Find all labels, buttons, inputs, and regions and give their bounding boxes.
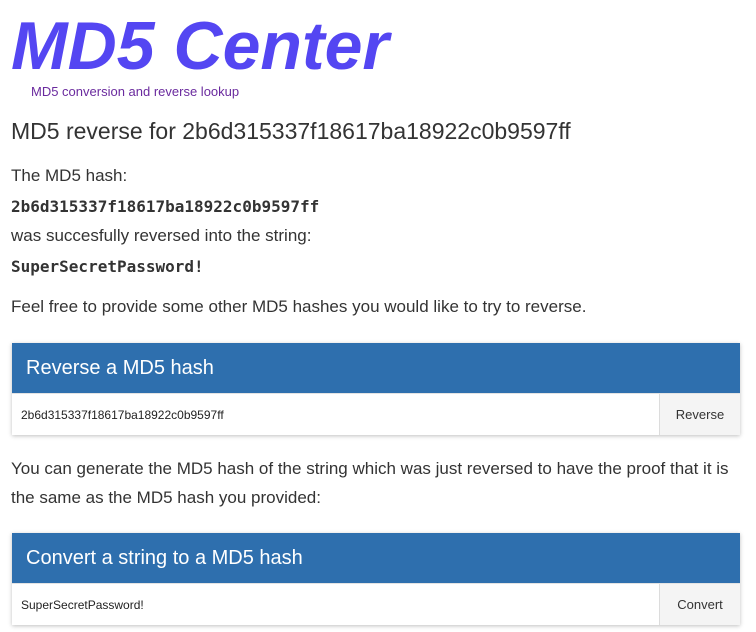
invite-text: Feel free to provide some other MD5 hash… [11, 297, 587, 316]
page-title: MD5 reverse for 2b6d315337f18617ba18922c… [11, 118, 571, 144]
reverse-panel-title: Reverse a MD5 hash [12, 343, 740, 393]
convert-button[interactable]: Convert [660, 584, 740, 625]
page: MD5 Center MD5 conversion and reverse lo… [0, 0, 756, 632]
convert-form: Convert [12, 583, 740, 625]
site-logo-link[interactable]: MD5 Center [11, 8, 389, 84]
site-tagline: MD5 conversion and reverse lookup [31, 84, 240, 99]
hash-input[interactable] [12, 394, 660, 435]
reverse-form: Reverse [12, 393, 740, 435]
reverse-button[interactable]: Reverse [660, 394, 740, 435]
reverse-panel: Reverse a MD5 hash Reverse [12, 343, 740, 435]
convert-panel: Convert a string to a MD5 hash Convert [12, 533, 740, 625]
hash-intro-text: The MD5 hash: [11, 166, 128, 185]
string-input[interactable] [12, 584, 660, 625]
convert-panel-title: Convert a string to a MD5 hash [12, 533, 740, 583]
hash-value: 2b6d315337f18617ba18922c0b9597ff [11, 197, 320, 216]
proof-text: You can generate the MD5 hash of the str… [11, 459, 729, 507]
reversed-intro-text: was succesfully reversed into the string… [11, 226, 312, 245]
reversed-value: SuperSecretPassword! [11, 257, 204, 276]
